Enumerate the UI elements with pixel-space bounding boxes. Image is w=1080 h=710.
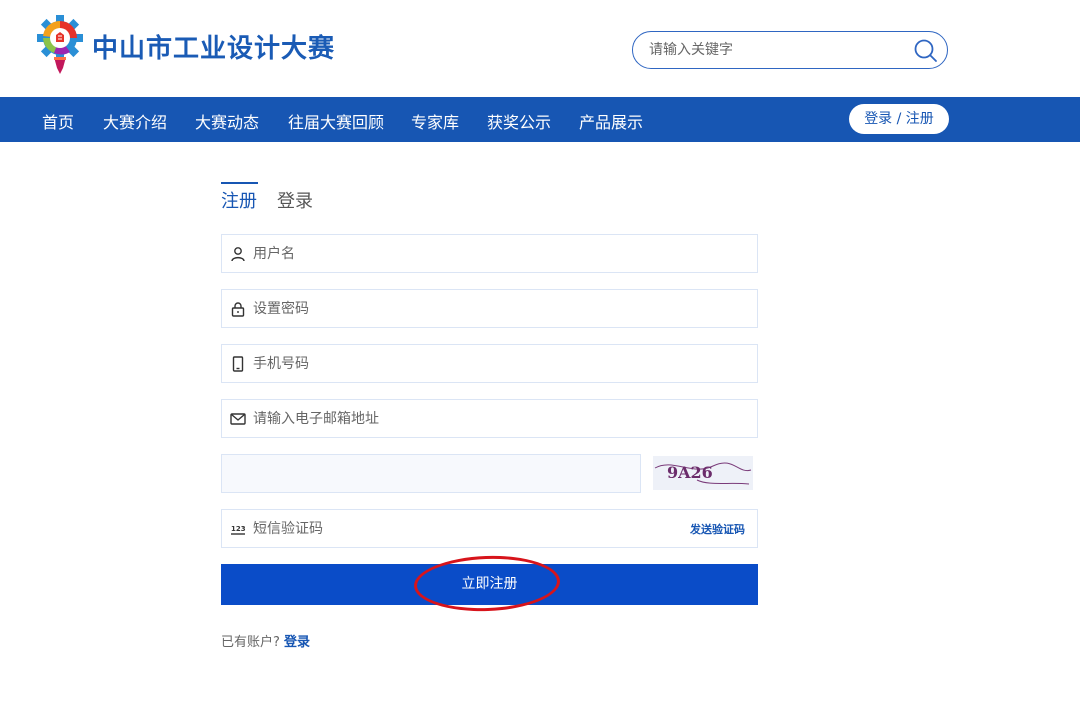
tab-register[interactable]: 注册 <box>221 187 257 213</box>
email-field <box>221 399 758 438</box>
phone-input[interactable] <box>253 354 653 374</box>
captcha-image[interactable]: 9A26 <box>653 456 753 490</box>
mail-icon <box>230 413 246 425</box>
nav-item-news[interactable]: 大赛动态 <box>195 109 259 133</box>
main-nav: 首页 大赛介绍 大赛动态 往届大赛回顾 专家库 获奖公示 产品展示 登录 / 注… <box>0 97 1080 142</box>
site-title: 中山市工业设计大赛 <box>92 34 336 64</box>
nav-item-intro[interactable]: 大赛介绍 <box>103 109 167 133</box>
logo-icon[interactable] <box>30 12 90 80</box>
username-input[interactable] <box>253 244 653 264</box>
sms-code-icon: 123 <box>231 525 246 535</box>
login-link[interactable]: 登录 <box>284 635 310 650</box>
has-account-text: 已有账户? <box>221 635 280 650</box>
sms-code-field: 123 发送验证码 <box>221 509 758 548</box>
nav-item-experts[interactable]: 专家库 <box>411 109 459 133</box>
search-input[interactable] <box>649 39 899 61</box>
sms-code-input[interactable] <box>253 519 653 539</box>
svg-text:123: 123 <box>231 525 246 533</box>
send-code-button[interactable]: 发送验证码 <box>690 521 745 537</box>
captcha-input[interactable] <box>221 454 641 493</box>
user-icon <box>231 247 245 262</box>
search-bar <box>632 31 948 69</box>
phone-icon <box>232 356 244 372</box>
phone-field <box>221 344 758 383</box>
search-icon[interactable] <box>913 38 939 64</box>
tab-login[interactable]: 登录 <box>277 187 313 213</box>
captcha-text: 9A26 <box>667 463 713 482</box>
login-register-button[interactable]: 登录 / 注册 <box>849 104 949 134</box>
nav-item-awards[interactable]: 获奖公示 <box>487 109 551 133</box>
username-field <box>221 234 758 273</box>
nav-item-review[interactable]: 往届大赛回顾 <box>288 109 384 133</box>
nav-item-home[interactable]: 首页 <box>42 109 74 133</box>
email-input[interactable] <box>253 409 653 429</box>
active-tab-indicator <box>221 182 258 184</box>
password-field <box>221 289 758 328</box>
password-input[interactable] <box>253 299 653 319</box>
lock-icon <box>231 302 245 317</box>
nav-item-products[interactable]: 产品展示 <box>579 109 643 133</box>
has-account-line: 已有账户? 登录 <box>221 631 310 650</box>
site-header: 中山市工业设计大赛 <box>0 0 1080 97</box>
